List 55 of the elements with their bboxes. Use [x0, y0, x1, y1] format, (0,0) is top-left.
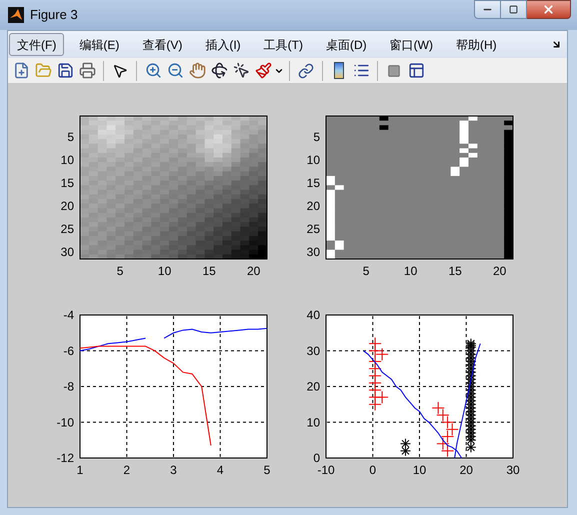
- y-tick-label: 5: [67, 130, 74, 144]
- y-tick-label: -10: [56, 415, 74, 430]
- x-tick-label: 10: [158, 264, 172, 278]
- y-tick-label: 20: [306, 380, 320, 394]
- x-tick-label: 5: [362, 264, 370, 278]
- dock-icon[interactable]: [551, 39, 562, 50]
- x-tick-label: 20: [246, 264, 260, 278]
- y-tick-label: 20: [306, 198, 320, 213]
- x-tick-label: 30: [506, 463, 520, 477]
- y-tick-label: 25: [306, 222, 320, 236]
- y-tick-label: 20: [60, 198, 74, 213]
- menu-item[interactable]: 文件(F): [9, 33, 64, 56]
- y-tick-label: 10: [60, 152, 74, 167]
- x-tick-label: 20: [492, 264, 506, 278]
- y-tick-label: 40: [306, 308, 320, 322]
- x-tick-label: 15: [202, 264, 216, 278]
- window-title: Figure 3: [30, 6, 78, 24]
- y-tick-label: 10: [306, 415, 320, 430]
- menu-item[interactable]: 桌面(D): [318, 33, 375, 56]
- x-tick-label: 4: [216, 463, 224, 477]
- y-tick-label: 30: [306, 344, 320, 358]
- y-tick-label: -8: [63, 380, 74, 394]
- x-tick-label: 10: [412, 463, 426, 477]
- menu-item[interactable]: 帮助(H): [448, 33, 505, 56]
- menu-item[interactable]: 窗口(W): [382, 33, 441, 56]
- y-tick-label: 0: [313, 451, 320, 465]
- y-tick-label: -12: [56, 451, 74, 465]
- maximize-icon: [509, 5, 518, 14]
- x-tick-label: 2: [123, 463, 130, 477]
- x-tick-label: 3: [170, 463, 177, 477]
- x-tick-label: 10: [404, 264, 418, 278]
- y-tick-label: 15: [60, 176, 74, 190]
- x-tick-label: -10: [317, 463, 335, 477]
- menu-item[interactable]: 编辑(E): [71, 33, 128, 56]
- y-tick-label: -4: [63, 308, 74, 322]
- maximize-button[interactable]: [501, 0, 527, 19]
- x-tick-label: 5: [116, 264, 124, 278]
- menu-item[interactable]: 插入(I): [197, 33, 249, 56]
- menu-item[interactable]: 查看(V): [134, 33, 190, 56]
- x-tick-label: 20: [460, 463, 473, 477]
- y-tick-label: 25: [60, 222, 74, 236]
- menu-item[interactable]: 工具(T): [256, 33, 311, 56]
- y-tick-label: 30: [60, 245, 74, 260]
- x-tick-label: 5: [264, 463, 270, 477]
- y-tick-label: 30: [306, 245, 320, 260]
- y-tick-label: 10: [306, 152, 320, 167]
- y-tick-label: 5: [313, 130, 320, 144]
- x-tick-label: 0: [369, 463, 376, 477]
- x-tick-label: 1: [76, 463, 84, 477]
- app-logo-icon: [8, 7, 24, 23]
- close-icon: [542, 3, 555, 16]
- y-tick-label: 15: [306, 176, 320, 190]
- close-button[interactable]: [527, 0, 571, 19]
- y-tick-label: -6: [63, 344, 74, 358]
- x-tick-label: 15: [448, 264, 462, 278]
